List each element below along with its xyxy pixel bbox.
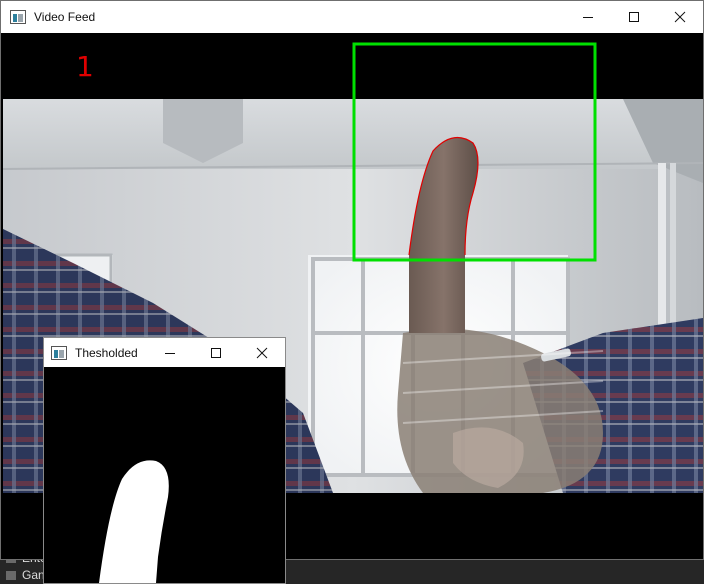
binary-mask-image xyxy=(44,367,285,583)
minimize-icon xyxy=(583,17,593,18)
window-controls xyxy=(565,1,703,33)
minimize-icon xyxy=(165,352,175,354)
maximize-button[interactable] xyxy=(193,338,239,367)
close-button[interactable] xyxy=(239,338,285,367)
finger-count-label: 1 xyxy=(76,50,94,83)
close-icon xyxy=(674,11,686,23)
threshold-frame xyxy=(44,367,285,583)
minimize-button[interactable] xyxy=(565,1,611,33)
maximize-icon xyxy=(629,12,639,22)
maximize-icon xyxy=(211,347,221,358)
close-button[interactable] xyxy=(657,1,703,33)
threshold-window: Thesholded xyxy=(43,337,286,584)
minimize-button[interactable] xyxy=(147,338,193,367)
window-title: Thesholded xyxy=(75,345,138,360)
threshold-titlebar[interactable]: Thesholded xyxy=(44,338,285,367)
video-feed-titlebar[interactable]: Video Feed xyxy=(1,1,703,33)
window-controls xyxy=(147,338,285,367)
maximize-button[interactable] xyxy=(611,1,657,33)
window-title: Video Feed xyxy=(34,10,96,24)
app-icon xyxy=(10,10,26,24)
app-icon xyxy=(51,345,67,360)
close-icon xyxy=(256,347,268,358)
